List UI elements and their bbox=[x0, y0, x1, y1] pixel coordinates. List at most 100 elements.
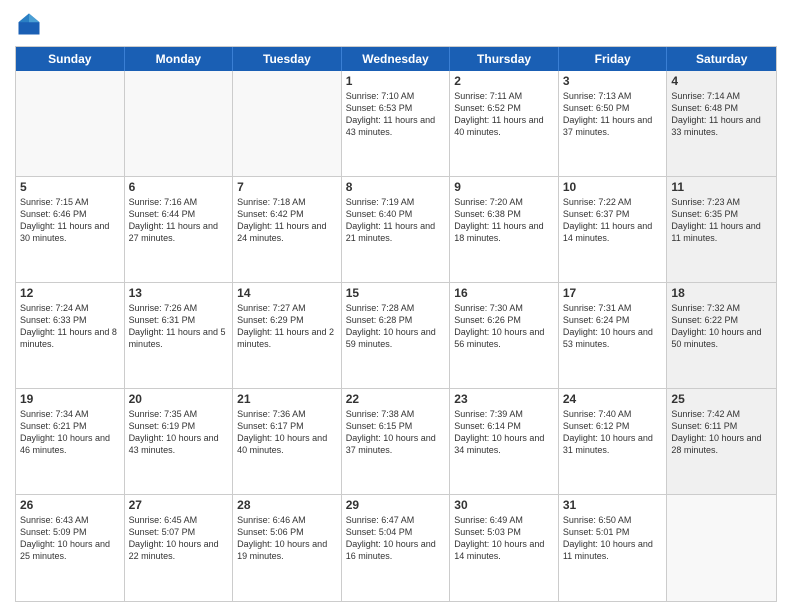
calendar-body: 1 Sunrise: 7:10 AMSunset: 6:53 PMDayligh… bbox=[16, 71, 776, 601]
day-number: 20 bbox=[129, 392, 229, 406]
calendar: SundayMondayTuesdayWednesdayThursdayFrid… bbox=[15, 46, 777, 602]
calendar-row: 12 Sunrise: 7:24 AMSunset: 6:33 PMDaylig… bbox=[16, 283, 776, 389]
cell-info: Sunrise: 7:31 AMSunset: 6:24 PMDaylight:… bbox=[563, 303, 653, 349]
calendar-cell: 10 Sunrise: 7:22 AMSunset: 6:37 PMDaylig… bbox=[559, 177, 668, 282]
calendar-cell: 20 Sunrise: 7:35 AMSunset: 6:19 PMDaylig… bbox=[125, 389, 234, 494]
calendar-cell: 5 Sunrise: 7:15 AMSunset: 6:46 PMDayligh… bbox=[16, 177, 125, 282]
weekday-header: Wednesday bbox=[342, 47, 451, 71]
day-number: 10 bbox=[563, 180, 663, 194]
calendar-cell: 23 Sunrise: 7:39 AMSunset: 6:14 PMDaylig… bbox=[450, 389, 559, 494]
logo-icon bbox=[15, 10, 43, 38]
calendar-row: 5 Sunrise: 7:15 AMSunset: 6:46 PMDayligh… bbox=[16, 177, 776, 283]
cell-info: Sunrise: 7:19 AMSunset: 6:40 PMDaylight:… bbox=[346, 197, 435, 243]
day-number: 25 bbox=[671, 392, 772, 406]
cell-info: Sunrise: 7:18 AMSunset: 6:42 PMDaylight:… bbox=[237, 197, 326, 243]
day-number: 13 bbox=[129, 286, 229, 300]
day-number: 11 bbox=[671, 180, 772, 194]
day-number: 30 bbox=[454, 498, 554, 512]
cell-info: Sunrise: 7:15 AMSunset: 6:46 PMDaylight:… bbox=[20, 197, 109, 243]
day-number: 22 bbox=[346, 392, 446, 406]
day-number: 17 bbox=[563, 286, 663, 300]
calendar-cell: 18 Sunrise: 7:32 AMSunset: 6:22 PMDaylig… bbox=[667, 283, 776, 388]
cell-info: Sunrise: 7:40 AMSunset: 6:12 PMDaylight:… bbox=[563, 409, 653, 455]
calendar-row: 1 Sunrise: 7:10 AMSunset: 6:53 PMDayligh… bbox=[16, 71, 776, 177]
cell-info: Sunrise: 7:10 AMSunset: 6:53 PMDaylight:… bbox=[346, 91, 435, 137]
cell-info: Sunrise: 7:23 AMSunset: 6:35 PMDaylight:… bbox=[671, 197, 760, 243]
calendar-cell bbox=[233, 71, 342, 176]
day-number: 15 bbox=[346, 286, 446, 300]
weekday-header: Friday bbox=[559, 47, 668, 71]
cell-info: Sunrise: 6:47 AMSunset: 5:04 PMDaylight:… bbox=[346, 515, 436, 561]
cell-info: Sunrise: 7:38 AMSunset: 6:15 PMDaylight:… bbox=[346, 409, 436, 455]
cell-info: Sunrise: 6:43 AMSunset: 5:09 PMDaylight:… bbox=[20, 515, 110, 561]
calendar-row: 19 Sunrise: 7:34 AMSunset: 6:21 PMDaylig… bbox=[16, 389, 776, 495]
cell-info: Sunrise: 7:16 AMSunset: 6:44 PMDaylight:… bbox=[129, 197, 218, 243]
logo bbox=[15, 10, 47, 38]
calendar-cell: 14 Sunrise: 7:27 AMSunset: 6:29 PMDaylig… bbox=[233, 283, 342, 388]
calendar-cell: 7 Sunrise: 7:18 AMSunset: 6:42 PMDayligh… bbox=[233, 177, 342, 282]
calendar-cell: 29 Sunrise: 6:47 AMSunset: 5:04 PMDaylig… bbox=[342, 495, 451, 601]
cell-info: Sunrise: 7:39 AMSunset: 6:14 PMDaylight:… bbox=[454, 409, 544, 455]
cell-info: Sunrise: 7:28 AMSunset: 6:28 PMDaylight:… bbox=[346, 303, 436, 349]
calendar-cell: 2 Sunrise: 7:11 AMSunset: 6:52 PMDayligh… bbox=[450, 71, 559, 176]
calendar-cell: 17 Sunrise: 7:31 AMSunset: 6:24 PMDaylig… bbox=[559, 283, 668, 388]
cell-info: Sunrise: 7:36 AMSunset: 6:17 PMDaylight:… bbox=[237, 409, 327, 455]
weekday-header: Monday bbox=[125, 47, 234, 71]
calendar-cell: 28 Sunrise: 6:46 AMSunset: 5:06 PMDaylig… bbox=[233, 495, 342, 601]
calendar-cell: 1 Sunrise: 7:10 AMSunset: 6:53 PMDayligh… bbox=[342, 71, 451, 176]
day-number: 14 bbox=[237, 286, 337, 300]
day-number: 2 bbox=[454, 74, 554, 88]
day-number: 29 bbox=[346, 498, 446, 512]
cell-info: Sunrise: 7:32 AMSunset: 6:22 PMDaylight:… bbox=[671, 303, 761, 349]
cell-info: Sunrise: 7:35 AMSunset: 6:19 PMDaylight:… bbox=[129, 409, 219, 455]
day-number: 27 bbox=[129, 498, 229, 512]
cell-info: Sunrise: 6:50 AMSunset: 5:01 PMDaylight:… bbox=[563, 515, 653, 561]
calendar-cell: 3 Sunrise: 7:13 AMSunset: 6:50 PMDayligh… bbox=[559, 71, 668, 176]
day-number: 9 bbox=[454, 180, 554, 194]
calendar-cell bbox=[125, 71, 234, 176]
calendar-cell: 22 Sunrise: 7:38 AMSunset: 6:15 PMDaylig… bbox=[342, 389, 451, 494]
day-number: 12 bbox=[20, 286, 120, 300]
cell-info: Sunrise: 6:49 AMSunset: 5:03 PMDaylight:… bbox=[454, 515, 544, 561]
cell-info: Sunrise: 7:14 AMSunset: 6:48 PMDaylight:… bbox=[671, 91, 760, 137]
day-number: 19 bbox=[20, 392, 120, 406]
calendar-cell: 25 Sunrise: 7:42 AMSunset: 6:11 PMDaylig… bbox=[667, 389, 776, 494]
day-number: 8 bbox=[346, 180, 446, 194]
day-number: 4 bbox=[671, 74, 772, 88]
weekday-header: Saturday bbox=[667, 47, 776, 71]
day-number: 28 bbox=[237, 498, 337, 512]
cell-info: Sunrise: 7:30 AMSunset: 6:26 PMDaylight:… bbox=[454, 303, 544, 349]
day-number: 26 bbox=[20, 498, 120, 512]
calendar-cell: 4 Sunrise: 7:14 AMSunset: 6:48 PMDayligh… bbox=[667, 71, 776, 176]
calendar-cell: 24 Sunrise: 7:40 AMSunset: 6:12 PMDaylig… bbox=[559, 389, 668, 494]
calendar-cell: 8 Sunrise: 7:19 AMSunset: 6:40 PMDayligh… bbox=[342, 177, 451, 282]
cell-info: Sunrise: 7:26 AMSunset: 6:31 PMDaylight:… bbox=[129, 303, 226, 349]
calendar-cell: 12 Sunrise: 7:24 AMSunset: 6:33 PMDaylig… bbox=[16, 283, 125, 388]
day-number: 23 bbox=[454, 392, 554, 406]
calendar-cell: 19 Sunrise: 7:34 AMSunset: 6:21 PMDaylig… bbox=[16, 389, 125, 494]
day-number: 18 bbox=[671, 286, 772, 300]
calendar-cell: 31 Sunrise: 6:50 AMSunset: 5:01 PMDaylig… bbox=[559, 495, 668, 601]
weekday-header: Thursday bbox=[450, 47, 559, 71]
calendar-header: SundayMondayTuesdayWednesdayThursdayFrid… bbox=[16, 47, 776, 71]
calendar-cell bbox=[667, 495, 776, 601]
calendar-cell: 16 Sunrise: 7:30 AMSunset: 6:26 PMDaylig… bbox=[450, 283, 559, 388]
day-number: 1 bbox=[346, 74, 446, 88]
cell-info: Sunrise: 7:24 AMSunset: 6:33 PMDaylight:… bbox=[20, 303, 117, 349]
cell-info: Sunrise: 6:45 AMSunset: 5:07 PMDaylight:… bbox=[129, 515, 219, 561]
calendar-cell: 26 Sunrise: 6:43 AMSunset: 5:09 PMDaylig… bbox=[16, 495, 125, 601]
cell-info: Sunrise: 7:27 AMSunset: 6:29 PMDaylight:… bbox=[237, 303, 334, 349]
calendar-cell bbox=[16, 71, 125, 176]
cell-info: Sunrise: 7:22 AMSunset: 6:37 PMDaylight:… bbox=[563, 197, 652, 243]
cell-info: Sunrise: 7:34 AMSunset: 6:21 PMDaylight:… bbox=[20, 409, 110, 455]
calendar-cell: 9 Sunrise: 7:20 AMSunset: 6:38 PMDayligh… bbox=[450, 177, 559, 282]
day-number: 3 bbox=[563, 74, 663, 88]
day-number: 21 bbox=[237, 392, 337, 406]
cell-info: Sunrise: 7:11 AMSunset: 6:52 PMDaylight:… bbox=[454, 91, 543, 137]
calendar-cell: 30 Sunrise: 6:49 AMSunset: 5:03 PMDaylig… bbox=[450, 495, 559, 601]
calendar-row: 26 Sunrise: 6:43 AMSunset: 5:09 PMDaylig… bbox=[16, 495, 776, 601]
day-number: 6 bbox=[129, 180, 229, 194]
day-number: 31 bbox=[563, 498, 663, 512]
day-number: 16 bbox=[454, 286, 554, 300]
calendar-cell: 21 Sunrise: 7:36 AMSunset: 6:17 PMDaylig… bbox=[233, 389, 342, 494]
